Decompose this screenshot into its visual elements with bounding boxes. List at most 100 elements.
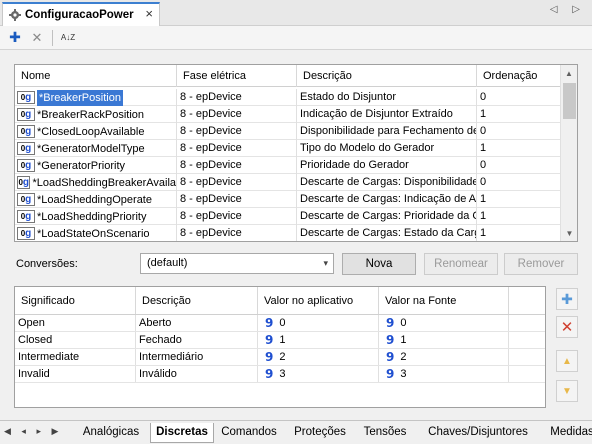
tab-scroll-arrows[interactable]: ◁ ▷	[550, 4, 586, 15]
tab-comandos[interactable]: Comandos	[218, 423, 280, 443]
cell-name[interactable]: 0 g *GeneratorModelType	[15, 140, 177, 157]
table-row[interactable]: Intermediate Intermediário 9 2 9 2	[15, 349, 545, 366]
table-row[interactable]: 0 g *BreakerPosition 8 - epDevice Estado do …	[15, 89, 561, 106]
cell-significado[interactable]: Open	[15, 315, 136, 331]
column-header-significado[interactable]: Significado	[15, 287, 136, 314]
table-row[interactable]: 0 g *ClosedLoopAvailable 8 - epDevice Dispon…	[15, 123, 561, 140]
cell-name[interactable]: 0 g *LoadSheddingBreakerAvaila	[15, 174, 177, 191]
cell-ordenacao[interactable]: 1	[477, 106, 561, 123]
move-down-button[interactable]: ▼	[556, 380, 578, 402]
add-meaning-button[interactable]: ✚	[556, 288, 578, 310]
cell-descricao[interactable]: Estado do Disjuntor	[297, 89, 477, 106]
cell-name[interactable]: 0 g *ClosedLoopAvailable	[15, 123, 177, 140]
cell-descricao[interactable]: Tipo do Modelo do Gerador	[297, 140, 477, 157]
cell-valor-fonte[interactable]: 92	[379, 349, 509, 365]
cell-descricao[interactable]: Prioridade do Gerador	[297, 157, 477, 174]
table-row[interactable]: 0 g *LoadSheddingBreakerAvaila 8 - epDevice…	[15, 174, 561, 191]
cell-name[interactable]: 0 g *LoadStateOnScenario	[15, 225, 177, 241]
cell-fase[interactable]: 8 - epDevice	[177, 157, 297, 174]
cell-ordenacao[interactable]: 0	[477, 89, 561, 106]
remove-meaning-button[interactable]: ✕	[556, 316, 578, 338]
table-row[interactable]: 0 g *LoadSheddingPriority 8 - epDevice Desca…	[15, 208, 561, 225]
table-row[interactable]: 0 g *LoadSheddingOperate 8 - epDevice Descar…	[15, 191, 561, 208]
cell-fase[interactable]: 8 - epDevice	[177, 225, 297, 241]
vertical-scrollbar[interactable]: ▲ ▼	[560, 65, 577, 241]
table-row[interactable]: 0 g *BreakerRackPosition 8 - epDevice Indica…	[15, 106, 561, 123]
table-row[interactable]: Open Aberto 9 0 9 0	[15, 315, 545, 332]
cell-fase[interactable]: 8 - epDevice	[177, 123, 297, 140]
cell-ordenacao[interactable]: 1	[477, 140, 561, 157]
cell-significado[interactable]: Invalid	[15, 366, 136, 382]
cell-name[interactable]: 0 g *LoadSheddingPriority	[15, 208, 177, 225]
tab-discretas[interactable]: Discretas	[150, 423, 214, 443]
column-header-nome[interactable]: Nome	[15, 65, 177, 87]
scroll-down-icon[interactable]: ▼	[561, 225, 577, 241]
table-row[interactable]: Closed Fechado 9 1 9 1	[15, 332, 545, 349]
cell-fase[interactable]: 8 - epDevice	[177, 191, 297, 208]
table-row[interactable]: 0 g *LoadStateOnScenario 8 - epDevice Descar…	[15, 225, 561, 241]
tab-medidas[interactable]: Medidas	[546, 423, 592, 443]
sheet-tabs: ◀ ◂ ▸ ▶ Analógicas Discretas Comandos Pr…	[0, 420, 592, 444]
cell-valor-fonte[interactable]: 93	[379, 366, 509, 382]
column-header-descricao-2[interactable]: Descrição	[136, 287, 258, 314]
cell-valor-aplicativo[interactable]: 92	[258, 349, 379, 365]
cell-fase[interactable]: 8 - epDevice	[177, 106, 297, 123]
cell-ordenacao[interactable]: 1	[477, 208, 561, 225]
cell-name[interactable]: 0 g *GeneratorPriority	[15, 157, 177, 174]
tab-analogicas[interactable]: Analógicas	[74, 423, 148, 443]
cell-ordenacao[interactable]: 1	[477, 225, 561, 241]
cell-valor-fonte[interactable]: 90	[379, 315, 509, 331]
sort-button[interactable]: A↓Z	[57, 28, 79, 48]
cell-valor-fonte[interactable]: 91	[379, 332, 509, 348]
cell-descricao[interactable]: Descarte de Cargas: Disponibilidade	[297, 174, 477, 191]
cell-descricao[interactable]: Disponibilidade para Fechamento de	[297, 123, 477, 140]
cell-fase[interactable]: 8 - epDevice	[177, 208, 297, 225]
cell-ordenacao[interactable]: 0	[477, 157, 561, 174]
cell-fase[interactable]: 8 - epDevice	[177, 140, 297, 157]
new-conversion-button[interactable]: Nova	[342, 253, 416, 275]
cell-ordenacao[interactable]: 0	[477, 123, 561, 140]
move-up-button[interactable]: ▲	[556, 350, 578, 372]
cell-fase[interactable]: 8 - epDevice	[177, 89, 297, 106]
table-row[interactable]: 0 g *GeneratorPriority 8 - epDevice Priorida…	[15, 157, 561, 174]
cell-descricao[interactable]: Descarte de Cargas: Indicação de Ab	[297, 191, 477, 208]
cell-descricao[interactable]: Descarte de Cargas: Estado da Carg	[297, 225, 477, 241]
cell-descricao[interactable]: Indicação de Disjuntor Extraído	[297, 106, 477, 123]
cell-name[interactable]: 0 g *BreakerPosition	[15, 89, 177, 106]
conversions-select[interactable]: (default) ▾	[140, 253, 334, 274]
column-header-fase[interactable]: Fase elétrica	[177, 65, 297, 87]
tab-protecoes[interactable]: Proteções	[290, 423, 350, 443]
column-header-ordenacao[interactable]: Ordenação	[477, 65, 561, 87]
add-button[interactable]: ✚	[4, 28, 26, 48]
cell-valor-aplicativo[interactable]: 93	[258, 366, 379, 382]
cell-fase[interactable]: 8 - epDevice	[177, 174, 297, 191]
cell-name[interactable]: 0 g *LoadSheddingOperate	[15, 191, 177, 208]
cell-descricao[interactable]: Intermediário	[136, 349, 258, 365]
cell-valor-aplicativo[interactable]: 91	[258, 332, 379, 348]
document-tab[interactable]: ConfiguracaoPower ×	[2, 2, 160, 26]
tab-tensoes[interactable]: Tensões	[358, 423, 412, 443]
tab-chaves-disjuntores[interactable]: Chaves/Disjuntores	[420, 423, 536, 443]
remove-conversion-button[interactable]: Remover	[504, 253, 578, 275]
column-header-valor-fonte[interactable]: Valor na Fonte	[379, 287, 509, 314]
cell-ordenacao[interactable]: 0	[477, 174, 561, 191]
cell-ordenacao[interactable]: 1	[477, 191, 561, 208]
cell-name[interactable]: 0 g *BreakerRackPosition	[15, 106, 177, 123]
delete-button[interactable]: ✕	[26, 28, 48, 48]
cell-descricao[interactable]: Inválido	[136, 366, 258, 382]
close-tab-icon[interactable]: ×	[145, 6, 153, 21]
rename-conversion-button[interactable]: Renomear	[424, 253, 498, 275]
table-row[interactable]: 0 g *GeneratorModelType 8 - epDevice Tipo do…	[15, 140, 561, 157]
cell-descricao[interactable]: Descarte de Cargas: Prioridade da C	[297, 208, 477, 225]
cell-significado[interactable]: Intermediate	[15, 349, 136, 365]
cell-descricao[interactable]: Fechado	[136, 332, 258, 348]
table-row[interactable]: Invalid Inválido 9 3 9 3	[15, 366, 545, 383]
cell-valor-aplicativo[interactable]: 90	[258, 315, 379, 331]
sheet-tab-nav-arrows[interactable]: ◀ ◂ ▸ ▶	[4, 426, 62, 437]
cell-descricao[interactable]: Aberto	[136, 315, 258, 331]
scroll-thumb[interactable]	[563, 83, 576, 119]
scroll-up-icon[interactable]: ▲	[561, 65, 577, 81]
column-header-descricao[interactable]: Descrição	[297, 65, 477, 87]
cell-significado[interactable]: Closed	[15, 332, 136, 348]
column-header-valor-aplicativo[interactable]: Valor no aplicativo	[258, 287, 379, 314]
